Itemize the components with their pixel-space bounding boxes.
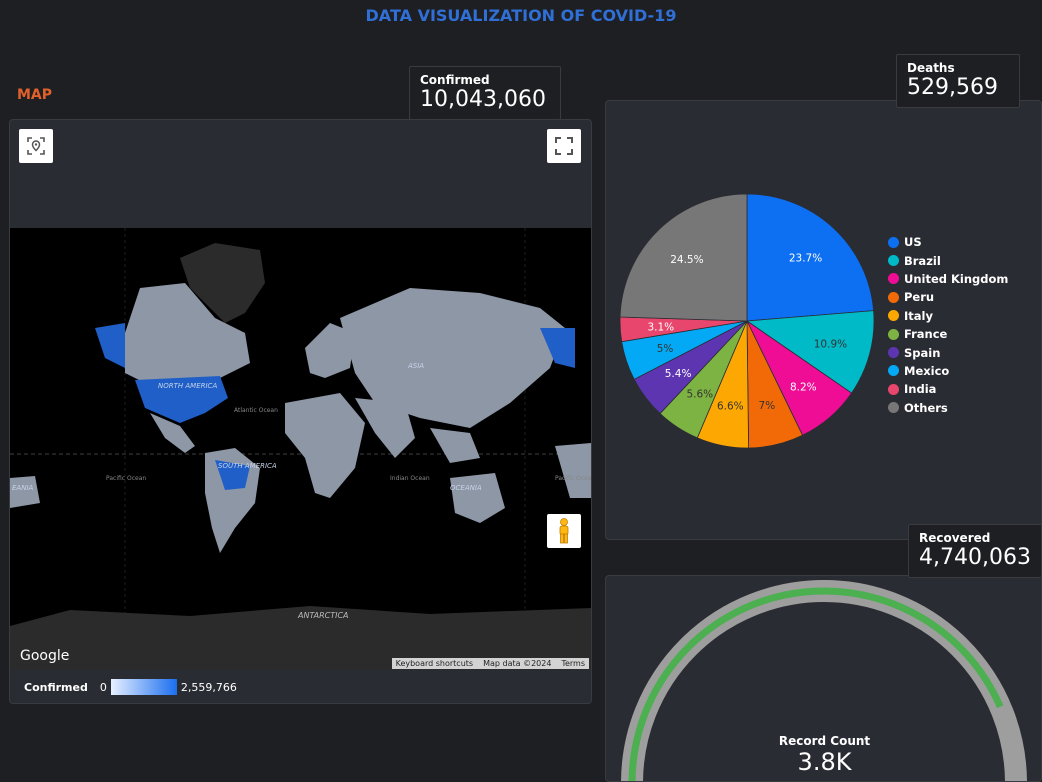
legend-swatch (888, 291, 899, 303)
pie-data-label: 8.2% (790, 381, 817, 393)
map-label-oceania-left: EANIA (12, 484, 34, 492)
legend-max: 2,559,766 (180, 680, 237, 694)
locate-icon (27, 137, 45, 155)
fullscreen-icon (555, 137, 573, 155)
map-label-atlantic: Atlantic Ocean (234, 407, 278, 414)
deaths-label: Deaths (907, 61, 955, 75)
map-attribution: Keyboard shortcuts Map data ©2024 Terms (391, 658, 589, 669)
confirmed-label: Confirmed (420, 73, 490, 87)
legend-item[interactable]: Mexico (888, 362, 1008, 380)
legend-swatch (888, 273, 899, 285)
legend-label: Brazil (904, 253, 941, 268)
fullscreen-button[interactable] (547, 129, 581, 163)
map-color-legend: Confirmed 0 2,559,766 (24, 679, 237, 695)
pie-data-label: 5% (657, 343, 674, 355)
legend-label: India (904, 382, 937, 397)
map-panel: NORTH AMERICA SOUTH AMERICA ASIA Atlanti… (9, 119, 592, 704)
map-label-indian: Indian Ocean (390, 475, 430, 482)
deaths-kpi-card: Deaths 529,569 (896, 54, 1020, 108)
legend-item[interactable]: France (888, 325, 1008, 343)
legend-min: 0 (99, 680, 107, 694)
map-label-pacific-right: Pacific Ocean (555, 475, 591, 482)
legend-label: Spain (904, 345, 941, 360)
legend-swatch (888, 328, 899, 340)
keyboard-shortcuts-link[interactable]: Keyboard shortcuts (396, 659, 473, 668)
locate-button[interactable] (19, 129, 53, 163)
street-view-button[interactable] (547, 514, 581, 548)
pie-data-label: 7% (759, 400, 776, 412)
recovered-kpi-card: Recovered 4,740,063 (908, 524, 1042, 578)
legend-swatch (888, 365, 899, 377)
terms-link[interactable]: Terms (561, 659, 585, 668)
world-map[interactable]: NORTH AMERICA SOUTH AMERICA ASIA Atlanti… (10, 228, 591, 670)
map-data-text: Map data ©2024 (483, 659, 552, 668)
legend-swatch (888, 310, 899, 322)
confirmed-value: 10,043,060 (420, 87, 546, 112)
gauge-panel: Record Count 3.8K (605, 575, 1042, 782)
map-label-north-america: NORTH AMERICA (158, 382, 217, 390)
world-map-graphic: NORTH AMERICA SOUTH AMERICA ASIA Atlanti… (10, 228, 591, 670)
page-title: DATA VISUALIZATION OF COVID-19 (365, 6, 677, 25)
pegman-icon (559, 518, 569, 544)
pie-legend: US Brazil United Kingdom Peru Italy France Spa… (888, 233, 1008, 417)
pie-data-label: 24.5% (670, 254, 703, 266)
legend-item[interactable]: United Kingdom (888, 270, 1008, 288)
legend-item[interactable]: US (888, 233, 1008, 251)
confirmed-kpi-card: Confirmed 10,043,060 (409, 66, 561, 120)
map-label-oceania: OCEANIA (450, 484, 482, 492)
legend-swatch (888, 255, 899, 267)
gauge-label: Record Count (778, 734, 871, 748)
legend-label: France (904, 327, 948, 342)
deaths-value: 529,569 (907, 75, 998, 100)
legend-label: Italy (904, 308, 933, 323)
legend-label: United Kingdom (904, 271, 1009, 286)
legend-swatch (888, 402, 899, 414)
pie-chart[interactable]: 23.7% 10.9% 8.2% 7% 6.6% 5.6% 5.4% 5% 3.1% 24.5% (612, 186, 882, 456)
legend-item[interactable]: Peru (888, 288, 1008, 306)
recovered-label: Recovered (919, 531, 991, 545)
legend-item[interactable]: Spain (888, 343, 1008, 361)
pie-data-label: 3.1% (647, 322, 674, 334)
legend-item[interactable]: Italy (888, 307, 1008, 325)
map-label-antarctica: ANTARCTICA (297, 611, 349, 620)
map-label-south-america: SOUTH AMERICA (218, 462, 277, 470)
legend-label: Others (904, 400, 948, 415)
legend-swatch (888, 383, 899, 395)
map-label-asia: ASIA (407, 362, 424, 370)
pie-chart-panel: 23.7% 10.9% 8.2% 7% 6.6% 5.6% 5.4% 5% 3.1% 24.5% … (605, 100, 1042, 540)
map-section-label: MAP (17, 87, 53, 103)
legend-gradient (110, 679, 177, 695)
legend-label: Mexico (904, 363, 950, 378)
legend-swatch (888, 236, 899, 248)
legend-swatch (888, 347, 899, 359)
pie-data-label: 23.7% (789, 252, 822, 264)
legend-item[interactable]: India (888, 380, 1008, 398)
gauge-value: 3.8K (797, 748, 852, 776)
recovered-value: 4,740,063 (919, 545, 1031, 570)
pie-data-label: 5.4% (665, 368, 692, 380)
pie-data-label: 5.6% (686, 388, 713, 400)
legend-item[interactable]: Brazil (888, 251, 1008, 269)
legend-metric-label: Confirmed (24, 680, 88, 694)
legend-label: US (904, 235, 922, 250)
pie-data-label: 10.9% (814, 338, 847, 350)
map-label-pacific-left: Pacific Ocean (106, 475, 146, 482)
legend-item[interactable]: Others (888, 399, 1008, 417)
legend-label: Peru (904, 290, 935, 305)
google-logo: Google (20, 648, 70, 664)
pie-data-label: 6.6% (717, 401, 744, 413)
